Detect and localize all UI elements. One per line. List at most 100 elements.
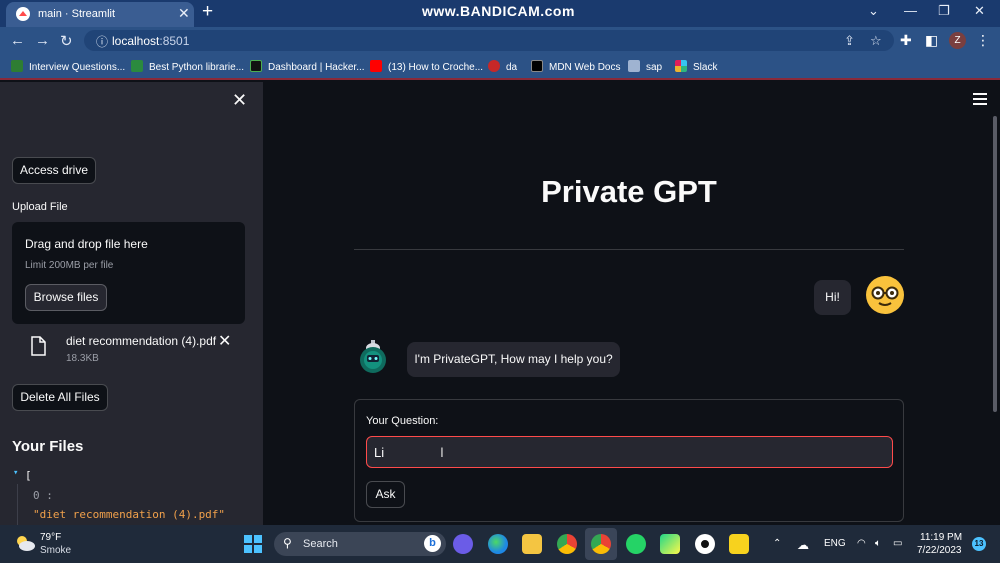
bookmark-label: Best Python librarie... xyxy=(149,62,245,73)
bing-icon[interactable]: b xyxy=(424,535,441,552)
json-guide-line xyxy=(17,484,18,525)
search-icon: ⚲ xyxy=(283,536,292,550)
dropzone-limit: Limit 200MB per file xyxy=(25,260,114,271)
user-avatar xyxy=(866,276,904,314)
whatsapp-icon[interactable] xyxy=(626,534,646,554)
dropzone-title: Drag and drop file here xyxy=(25,237,148,251)
bookmark-slack[interactable]: Slack xyxy=(675,60,717,73)
bookmark-mdn[interactable]: MDN Web Docs xyxy=(531,60,621,73)
ask-button[interactable]: Ask xyxy=(366,481,405,508)
language-indicator[interactable]: ENG xyxy=(824,538,846,549)
user-message-bubble: Hi! xyxy=(814,280,851,315)
pycharm-icon[interactable] xyxy=(660,534,680,554)
minimize-icon[interactable]: — xyxy=(904,3,917,18)
side-panel-icon[interactable]: ◧ xyxy=(925,32,938,49)
url-text: localhost:8501 xyxy=(112,34,189,48)
bookmark-label: (13) How to Croche... xyxy=(388,62,484,73)
taskbar-search[interactable]: ⚲ Search b xyxy=(274,532,446,556)
weather-condition: Smoke xyxy=(40,545,72,556)
bookmark-da[interactable]: da xyxy=(488,60,517,73)
title-divider xyxy=(354,249,904,250)
weather-temperature: 79°F xyxy=(40,532,62,543)
battery-icon[interactable]: ▭ xyxy=(893,538,902,549)
teams-chat-icon[interactable] xyxy=(453,534,473,554)
nerd-face-icon xyxy=(871,286,899,306)
question-label: Your Question: xyxy=(366,415,439,427)
clock-time[interactable]: 11:19 PM xyxy=(920,532,962,543)
extensions-puzzle-icon[interactable]: ✚ xyxy=(900,32,912,49)
chrome-active-icon[interactable] xyxy=(591,534,611,554)
main-scrollbar[interactable] xyxy=(993,116,997,412)
access-drive-button[interactable]: Access drive xyxy=(12,157,96,184)
json-collapse-toggle-icon[interactable]: ▾ xyxy=(13,468,18,478)
close-window-icon[interactable]: ✕ xyxy=(974,3,985,19)
bookmark-youtube-crochet[interactable]: (13) How to Croche... xyxy=(370,60,483,73)
json-open-bracket: [ xyxy=(25,469,32,482)
browser-tab-strip: main · Streamlit ✕ + www.BANDICAM.com ⌄ … xyxy=(0,0,1000,27)
onedrive-cloud-icon[interactable]: ☁ xyxy=(797,538,809,552)
hamburger-menu-icon[interactable] xyxy=(973,93,987,105)
close-sidebar-icon[interactable]: ✕ xyxy=(232,90,247,111)
browser-tab-title: main · Streamlit xyxy=(38,8,116,20)
new-tab-button[interactable]: + xyxy=(202,1,213,23)
mdn-icon xyxy=(531,60,543,72)
bookmark-python-libraries[interactable]: Best Python librarie... xyxy=(131,60,244,73)
slack-icon xyxy=(675,60,687,72)
windows-taskbar: 79°F Smoke ⚲ Search b ⌃ ☁ ENG ◠ 🔈︎ ▭ 11:… xyxy=(0,525,1000,563)
page-title: Private GPT xyxy=(541,174,717,209)
bookmark-label: Dashboard | Hacker... xyxy=(268,62,365,73)
taskbar-search-label: Search xyxy=(303,538,338,550)
site-info-icon[interactable]: ⓘ xyxy=(96,33,108,50)
main-content: Private GPT Hi! I'm PrivateGPT, How may … xyxy=(263,82,1000,525)
clock-date[interactable]: 7/22/2023 xyxy=(917,545,962,556)
recording-watermark: www.BANDICAM.com xyxy=(422,3,575,19)
streamlit-favicon-icon xyxy=(16,7,30,21)
tab-search-icon[interactable]: ⌄ xyxy=(868,3,879,19)
close-tab-icon[interactable]: ✕ xyxy=(178,5,190,22)
bot-avatar-icon xyxy=(360,340,386,373)
text-cursor-icon: I xyxy=(440,444,444,460)
profile-avatar[interactable]: Z xyxy=(949,32,966,49)
delete-all-files-button[interactable]: Delete All Files xyxy=(12,384,108,411)
browser-tab[interactable]: main · Streamlit ✕ xyxy=(6,2,194,27)
upload-file-label: Upload File xyxy=(12,201,68,213)
sap-icon xyxy=(628,60,640,72)
question-input[interactable] xyxy=(366,436,893,468)
remove-file-icon[interactable]: ✕ xyxy=(218,331,231,351)
windows-start-icon[interactable] xyxy=(244,535,262,553)
bookmark-star-icon[interactable]: ☆ xyxy=(870,33,882,49)
sticky-notes-icon[interactable] xyxy=(729,534,749,554)
bot-message-bubble: I'm PrivateGPT, How may I help you? xyxy=(407,342,620,377)
back-arrow-icon[interactable]: ← xyxy=(10,32,25,49)
record-icon[interactable] xyxy=(695,534,715,554)
wifi-icon[interactable]: ◠ xyxy=(857,538,866,549)
restore-icon[interactable]: ❐ xyxy=(938,3,950,19)
bookmark-label: MDN Web Docs xyxy=(549,62,621,73)
show-hidden-icons-icon[interactable]: ⌃ xyxy=(773,538,781,549)
browse-files-button[interactable]: Browse files xyxy=(25,284,107,311)
hackerrank-icon xyxy=(250,60,262,72)
bookmark-interview-questions[interactable]: Interview Questions... xyxy=(11,60,125,73)
file-dropzone[interactable]: Drag and drop file here Limit 200MB per … xyxy=(12,222,245,324)
reload-icon[interactable]: ↻ xyxy=(60,32,73,50)
json-index: 0 : xyxy=(33,489,53,502)
chrome-icon[interactable] xyxy=(557,534,577,554)
edge-browser-icon[interactable] xyxy=(488,534,508,554)
forward-arrow-icon[interactable]: → xyxy=(35,32,50,49)
bookmark-label: Slack xyxy=(693,62,718,73)
bookmark-hackerrank[interactable]: Dashboard | Hacker... xyxy=(250,60,365,73)
notification-badge[interactable]: 13 xyxy=(972,537,986,551)
address-bar[interactable]: ⓘ localhost:8501 ⇪ ☆ xyxy=(84,30,894,51)
bookmark-label: sap xyxy=(646,62,663,73)
share-icon[interactable]: ⇪ xyxy=(844,33,855,49)
bookmark-sap[interactable]: sap xyxy=(628,60,662,73)
sidebar: ✕ Access drive Upload File Drag and drop… xyxy=(0,82,263,525)
da-icon xyxy=(488,60,500,72)
chrome-menu-icon[interactable]: ⋮ xyxy=(976,32,990,49)
volume-icon[interactable]: 🔈︎ xyxy=(875,538,881,549)
file-icon xyxy=(31,336,46,356)
cloudy-weather-icon[interactable] xyxy=(14,534,36,552)
bookmark-label: da xyxy=(506,62,518,73)
python-libraries-icon xyxy=(131,60,143,72)
file-explorer-icon[interactable] xyxy=(522,534,542,554)
